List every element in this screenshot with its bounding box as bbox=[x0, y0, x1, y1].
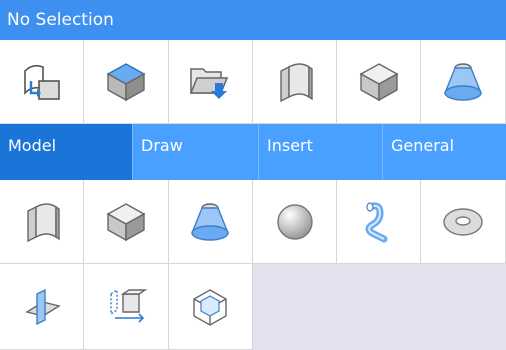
wire-cube-icon bbox=[193, 288, 227, 326]
ribbon-panel: No Selection Model Draw Insert General bbox=[0, 0, 506, 350]
tab-draw[interactable]: Draw bbox=[133, 124, 259, 180]
cone-icon bbox=[444, 62, 483, 101]
ribbon-tabs: Model Draw Insert General bbox=[0, 124, 506, 180]
tab-insert[interactable]: Insert bbox=[259, 124, 383, 180]
intersect-planes-icon bbox=[24, 288, 61, 325]
toolbar-row-2 bbox=[0, 180, 506, 264]
box-button[interactable] bbox=[337, 40, 422, 124]
copy-object-icon bbox=[110, 288, 148, 323]
sphere-button[interactable] bbox=[252, 180, 338, 264]
box-icon bbox=[359, 62, 399, 101]
extrude-region-button[interactable] bbox=[0, 40, 85, 124]
extrude-region-icon bbox=[23, 64, 60, 100]
tab-general[interactable]: General bbox=[383, 124, 506, 180]
sphere-icon bbox=[276, 203, 313, 240]
polysolid-button[interactable] bbox=[252, 40, 338, 124]
box-icon bbox=[106, 202, 146, 241]
sweep-button[interactable] bbox=[337, 180, 422, 264]
copy-object-button[interactable] bbox=[84, 264, 169, 350]
toolbar-row-3 bbox=[0, 264, 506, 350]
torus-button[interactable] bbox=[421, 180, 506, 264]
polysolid-icon bbox=[26, 202, 60, 242]
wire-cube-button[interactable] bbox=[168, 264, 253, 350]
cone-icon bbox=[191, 202, 230, 241]
tab-model[interactable]: Model bbox=[0, 124, 133, 180]
box-button[interactable] bbox=[84, 180, 169, 264]
intersect-planes-button[interactable] bbox=[0, 264, 85, 350]
toolbar-row-1 bbox=[0, 40, 506, 124]
selection-header: No Selection bbox=[0, 0, 506, 40]
polysolid-button[interactable] bbox=[0, 180, 85, 264]
cone-button[interactable] bbox=[421, 40, 506, 124]
sweep-tube-icon bbox=[365, 201, 388, 242]
solid-box-button[interactable] bbox=[84, 40, 169, 124]
cone-button[interactable] bbox=[168, 180, 253, 264]
torus-icon bbox=[443, 207, 483, 236]
open-folder-button[interactable] bbox=[168, 40, 253, 124]
open-folder-arrow-icon bbox=[190, 67, 229, 99]
empty-area bbox=[252, 264, 506, 350]
solid-box-blue-top-icon bbox=[106, 62, 146, 101]
polysolid-icon bbox=[279, 62, 313, 102]
